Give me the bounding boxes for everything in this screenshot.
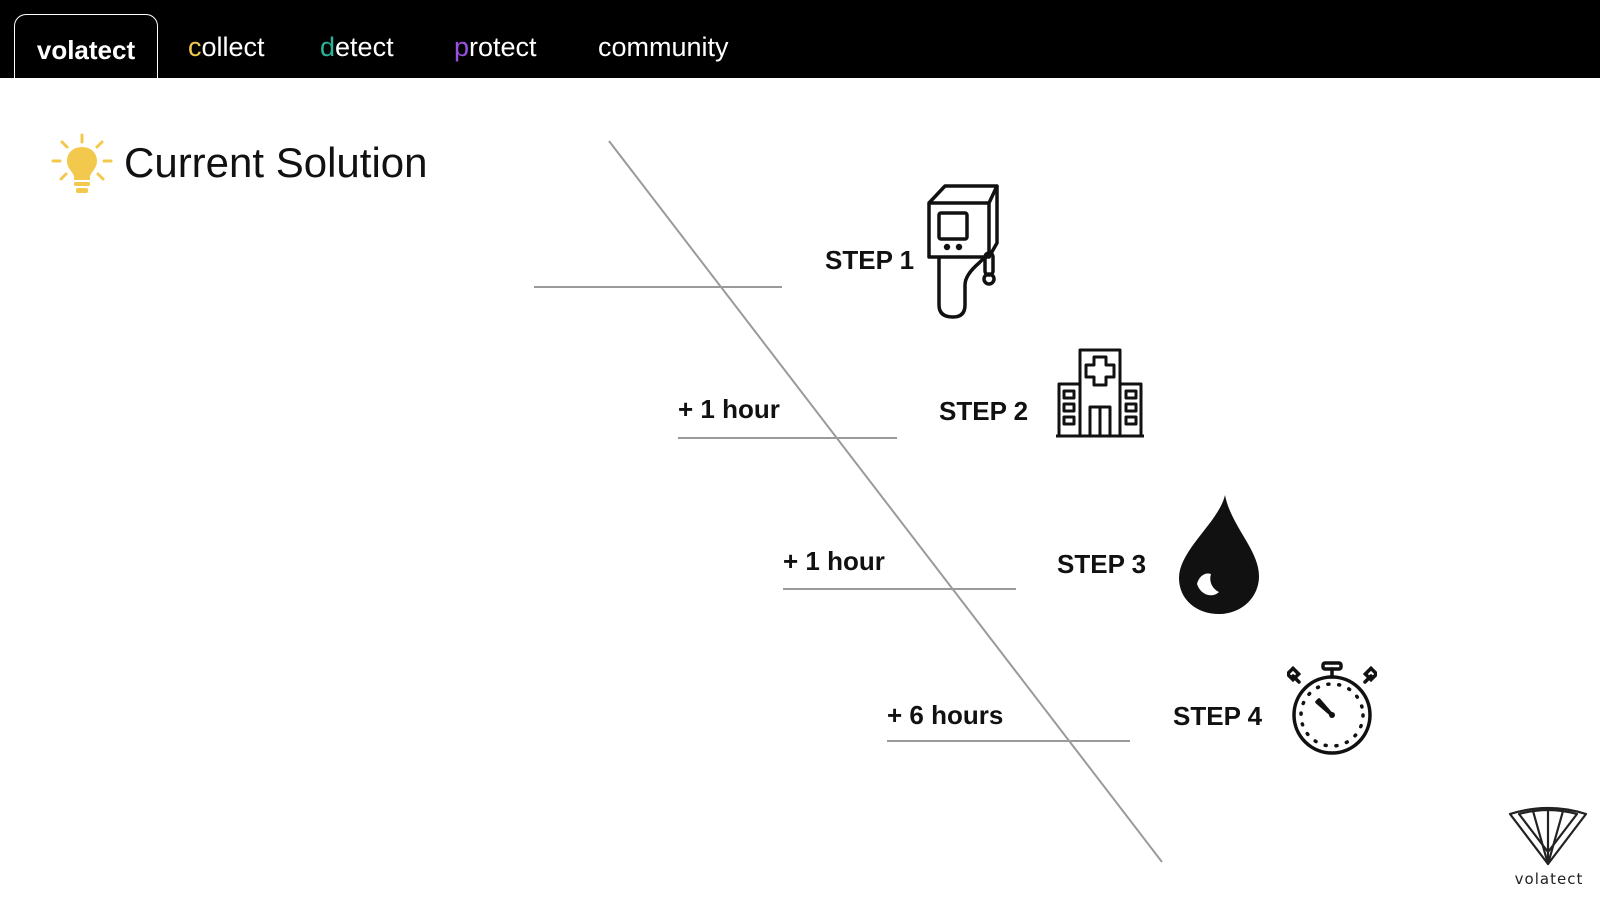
blood-drop-icon: [1179, 495, 1259, 614]
delay-label-4: + 6 hours: [887, 700, 1004, 730]
tab-collect-initial: c: [188, 32, 202, 62]
step-label-1: STEP 1: [825, 245, 915, 275]
page-title: Current Solution: [124, 139, 428, 186]
stopwatch-icon: [1287, 661, 1377, 755]
tab-community[interactable]: community: [598, 14, 729, 78]
tab-detect-label: etect: [335, 32, 394, 62]
lightbulb-icon: [51, 133, 113, 193]
tab-protect-initial: p: [454, 32, 470, 62]
tab-volatect[interactable]: volatect: [14, 14, 158, 78]
step-label-3: STEP 3: [1057, 549, 1147, 579]
tab-collect-label: ollect: [201, 32, 265, 62]
tab-protect[interactable]: protect: [454, 14, 537, 78]
tab-detect[interactable]: detect: [320, 14, 394, 78]
tab-protect-label: rotect: [469, 32, 537, 62]
tab-detect-initial: d: [320, 32, 336, 62]
delay-label-2: + 1 hour: [678, 394, 780, 424]
top-nav: volatect collect detect protect communit…: [0, 0, 1600, 78]
brand-wordmark: volatect: [1514, 870, 1584, 888]
tab-collect[interactable]: collect: [188, 14, 265, 78]
delay-label-3: + 1 hour: [783, 546, 885, 576]
hospital-icon: [1056, 348, 1144, 438]
thermometer-device-icon: [927, 184, 999, 319]
step-label-2: STEP 2: [939, 396, 1029, 426]
timeline-diagram: [534, 140, 1163, 863]
step-label-4: STEP 4: [1173, 701, 1263, 731]
